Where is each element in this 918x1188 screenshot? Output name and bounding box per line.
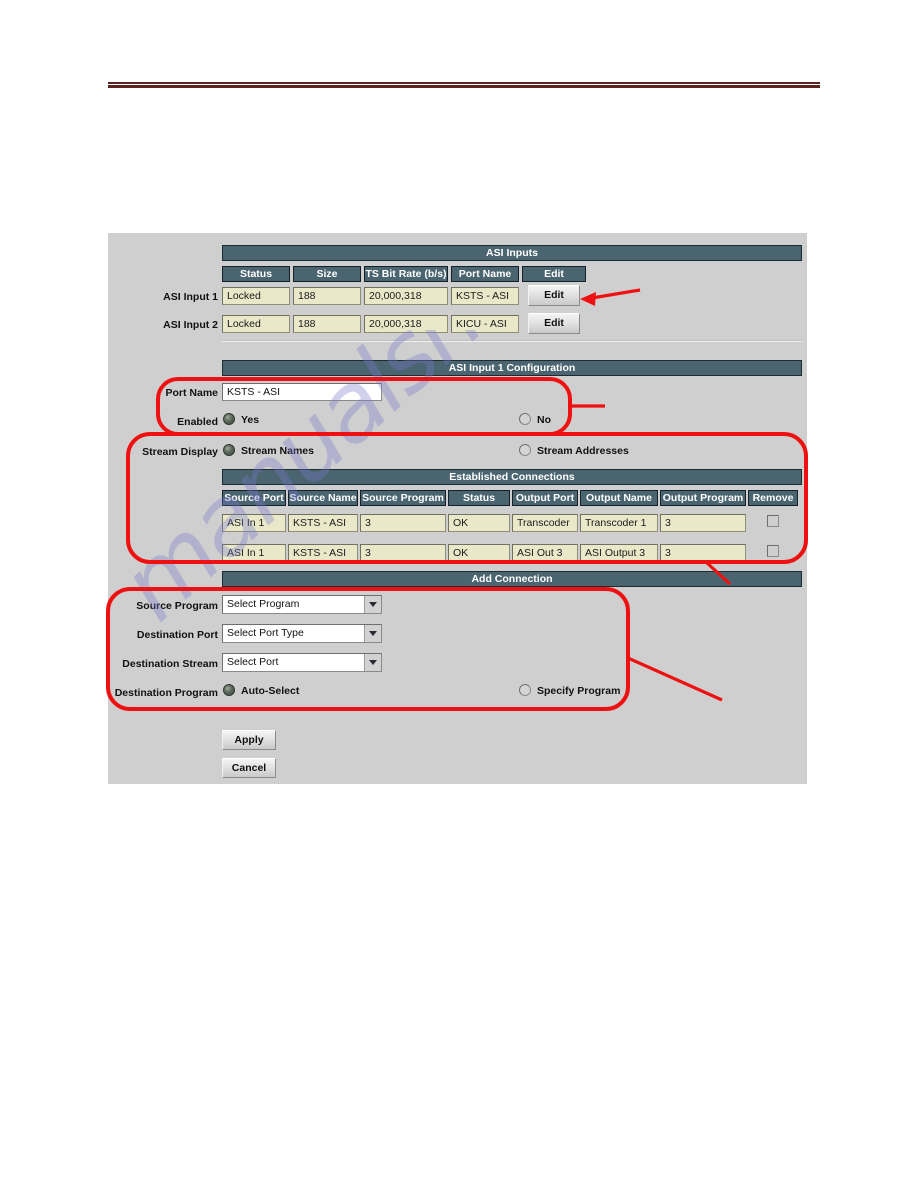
connection-2-remove-checkbox[interactable] xyxy=(767,545,779,557)
column-header-source-name: Source Name xyxy=(288,490,358,506)
page-header-rule xyxy=(108,82,820,88)
destination-port-select-value: Select Port Type xyxy=(227,627,304,639)
chevron-down-icon[interactable] xyxy=(364,625,381,642)
destination-port-label: Destination Port xyxy=(136,629,218,641)
asi-inputs-section-header: ASI Inputs xyxy=(222,245,802,261)
port-name-label: Port Name xyxy=(165,387,218,399)
asi-input-2-edit-button[interactable]: Edit xyxy=(528,313,580,334)
destination-program-auto-select-radio[interactable] xyxy=(223,684,235,696)
column-header-status: Status xyxy=(222,266,290,282)
stream-names-radio[interactable] xyxy=(223,444,235,456)
connection-1-status: OK xyxy=(448,514,510,532)
destination-stream-select[interactable]: Select Port xyxy=(222,653,382,672)
asi-input-2-row-label: ASI Input 2 xyxy=(163,319,218,331)
apply-button[interactable]: Apply xyxy=(222,730,276,750)
connection-1-output-name: Transcoder 1 xyxy=(580,514,658,532)
chevron-down-icon[interactable] xyxy=(364,654,381,671)
column-header-size: Size xyxy=(293,266,361,282)
asi-input-2-status: Locked xyxy=(222,315,290,333)
connection-1-source-port: ASI In 1 xyxy=(222,514,286,532)
device-config-panel: ASI Inputs Status Size TS Bit Rate (b/s)… xyxy=(108,233,807,784)
asi-input-2-bitrate: 20,000,318 xyxy=(364,315,448,333)
connection-2-status: OK xyxy=(448,544,510,562)
connection-1-output-port: Transcoder xyxy=(512,514,578,532)
destination-stream-select-value: Select Port xyxy=(227,656,279,668)
enabled-yes-label: Yes xyxy=(241,414,260,426)
connection-2-source-program: 3 xyxy=(360,544,446,562)
destination-port-select[interactable]: Select Port Type xyxy=(222,624,382,643)
column-header-output-name: Output Name xyxy=(580,490,658,506)
column-header-source-program: Source Program xyxy=(360,490,446,506)
stream-addresses-radio[interactable] xyxy=(519,444,531,456)
source-program-select[interactable]: Select Program xyxy=(222,595,382,614)
asi-input-1-row-label: ASI Input 1 xyxy=(163,291,218,303)
connection-1-remove-checkbox[interactable] xyxy=(767,515,779,527)
column-header-ts-bit-rate: TS Bit Rate (b/s) xyxy=(364,266,448,282)
add-connection-section-header: Add Connection xyxy=(222,571,802,587)
connection-2-source-port: ASI In 1 xyxy=(222,544,286,562)
asi-input-1-size: 188 xyxy=(293,287,361,305)
enabled-yes-radio[interactable] xyxy=(223,413,235,425)
column-header-port-name: Port Name xyxy=(451,266,519,282)
connection-2-source-name: KSTS - ASI xyxy=(288,544,358,562)
connection-1-source-name: KSTS - ASI xyxy=(288,514,358,532)
chevron-down-icon[interactable] xyxy=(364,596,381,613)
stream-names-label: Stream Names xyxy=(241,445,314,457)
asi-input-1-edit-button[interactable]: Edit xyxy=(528,285,580,306)
destination-program-specify-label: Specify Program xyxy=(537,685,621,697)
input-config-section-header: ASI Input 1 Configuration xyxy=(222,360,802,376)
column-header-connection-status: Status xyxy=(448,490,510,506)
connection-1-output-program: 3 xyxy=(660,514,746,532)
destination-program-auto-select-label: Auto-Select xyxy=(241,685,300,697)
source-program-label: Source Program xyxy=(136,600,218,612)
established-connections-section-header: Established Connections xyxy=(222,469,802,485)
asi-input-2-port-name: KICU - ASI xyxy=(451,315,519,333)
asi-input-1-bitrate: 20,000,318 xyxy=(364,287,448,305)
destination-program-specify-radio[interactable] xyxy=(519,684,531,696)
column-header-source-port: Source Port xyxy=(222,490,286,506)
connection-2-output-program: 3 xyxy=(660,544,746,562)
cancel-button[interactable]: Cancel xyxy=(222,758,276,778)
connection-2-output-name: ASI Output 3 xyxy=(580,544,658,562)
asi-input-1-status: Locked xyxy=(222,287,290,305)
source-program-select-value: Select Program xyxy=(227,598,300,610)
connection-1-source-program: 3 xyxy=(360,514,446,532)
enabled-no-radio[interactable] xyxy=(519,413,531,425)
destination-stream-label: Destination Stream xyxy=(122,658,218,670)
port-name-input[interactable]: KSTS - ASI xyxy=(222,383,382,401)
column-header-output-port: Output Port xyxy=(512,490,578,506)
connection-2-output-port: ASI Out 3 xyxy=(512,544,578,562)
stream-display-label: Stream Display xyxy=(142,446,218,458)
destination-program-label: Destination Program xyxy=(114,687,218,699)
stream-addresses-label: Stream Addresses xyxy=(537,445,629,457)
column-header-edit: Edit xyxy=(522,266,586,282)
asi-input-2-size: 188 xyxy=(293,315,361,333)
enabled-no-label: No xyxy=(537,414,551,426)
enabled-label: Enabled xyxy=(177,416,218,428)
column-header-remove: Remove xyxy=(748,490,798,506)
column-header-output-program: Output Program xyxy=(660,490,746,506)
section-divider-1 xyxy=(222,340,802,342)
asi-input-1-port-name: KSTS - ASI xyxy=(451,287,519,305)
